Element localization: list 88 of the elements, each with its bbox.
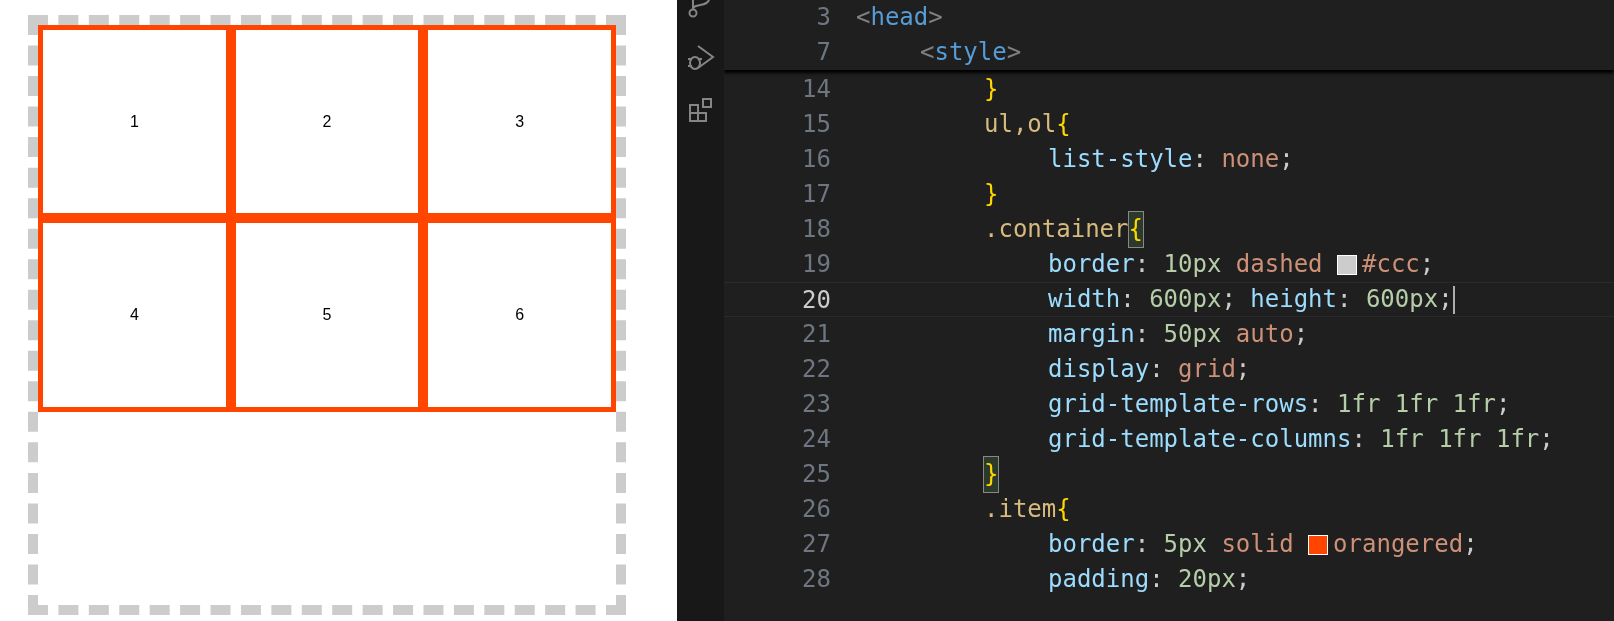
code-number: 1fr 1fr 1fr [1337,389,1496,420]
code-number: 50px [1163,319,1223,350]
code-punct: ; [1539,424,1554,455]
code-number: 600px [1149,284,1222,315]
code-property: list-style [1048,144,1193,175]
code-property: border [1048,529,1135,560]
code-punct: : [1134,249,1151,280]
color-swatch[interactable] [1337,254,1357,275]
code-value: dashed [1235,249,1324,280]
code-brace: { [1128,212,1143,247]
grid-item: 5 [230,218,424,412]
code-punct: : [1308,389,1324,420]
code-punct: : [1351,424,1367,455]
code-punct: : [1120,284,1136,315]
code-number: 10px [1163,249,1223,280]
code-number: 1fr 1fr 1fr [1380,424,1540,455]
code-brace: } [984,179,999,210]
code-punct: : [1134,529,1151,560]
color-swatch[interactable] [1308,534,1329,555]
code-tag: head [870,0,929,35]
code-number: 5px [1163,529,1208,560]
code-property: padding [1048,564,1150,595]
code-property: width [1048,284,1121,315]
code-value: none [1221,144,1280,175]
code-selector: .container [984,214,1129,245]
grid-item: 6 [423,218,616,412]
code-brace: { [1056,109,1071,140]
code-punct: ; [1221,284,1237,315]
code-selector: .item [984,494,1057,525]
run-debug-icon[interactable] [685,42,716,73]
line-number: 3 [815,2,831,33]
code-property: height [1250,284,1337,315]
code-selector: ul,ol [984,109,1057,140]
code-value: auto [1235,319,1294,350]
extensions-icon[interactable] [687,96,714,123]
line-number: 16 [801,144,831,175]
line-number: 18 [801,214,831,245]
code-number: 600px [1365,284,1439,315]
code-number: 20px [1178,564,1236,595]
code-value: grid [1178,354,1236,385]
code-punct: ; [1279,144,1294,175]
line-number: 19 [801,249,831,280]
line-number: 28 [801,564,831,595]
code-property: display [1048,354,1150,385]
code-value: orangered [1333,529,1464,560]
line-number: 23 [801,389,831,420]
code-tag: style [934,35,1007,70]
line-number: 15 [801,109,831,140]
code-punct: ; [1438,284,1453,315]
code-property: grid-template-rows [1048,389,1309,420]
grid-item: 4 [38,218,231,412]
line-number: 14 [801,74,831,105]
code-bracket: < [920,37,935,68]
code-bracket: > [928,2,943,33]
line-number: 22 [801,354,831,385]
code-punct: : [1149,354,1165,385]
code-property: border [1048,249,1135,280]
code-punct: : [1192,144,1208,175]
code-punct: ; [1235,564,1251,595]
line-number: 27 [801,529,831,560]
code-property: grid-template-columns [1048,424,1352,455]
code-brace: } [984,457,999,492]
code-punct: ; [1235,354,1251,385]
code-punct: : [1149,564,1165,595]
line-number: 20 [801,285,831,316]
line-number: 25 [801,459,831,490]
line-number: 24 [801,424,831,455]
code-punct: : [1337,284,1353,315]
line-number: 7 [815,37,831,68]
code-punct: : [1134,319,1151,350]
code-brace: { [1056,494,1071,525]
code-punct: ; [1419,249,1435,280]
code-brace: } [984,74,999,105]
code-punct: ; [1463,529,1478,560]
text-cursor [1452,285,1455,314]
code-value: #ccc [1362,249,1420,280]
grid-item: 1 [38,25,231,219]
code-property: margin [1048,319,1135,350]
code-punct: ; [1495,389,1511,420]
code-punct: ; [1293,319,1309,350]
code-bracket: < [856,2,871,33]
line-number: 17 [801,179,831,210]
grid-item: 2 [230,25,424,219]
code-value: solid [1221,529,1295,560]
code-bracket: > [1006,37,1022,68]
line-number: 26 [801,494,831,525]
grid-item: 3 [423,25,616,219]
line-number: 21 [801,319,831,350]
